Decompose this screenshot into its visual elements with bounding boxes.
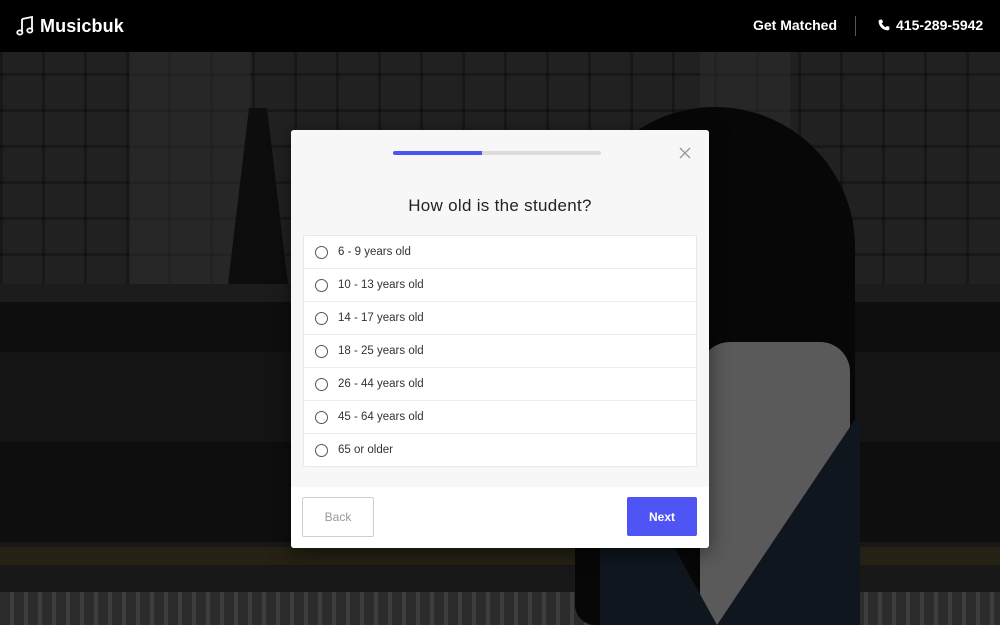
age-option[interactable]: 26 - 44 years old [304,367,696,400]
age-option[interactable]: 18 - 25 years old [304,334,696,367]
age-option-label: 6 - 9 years old [338,246,411,258]
get-matched-link[interactable]: Get Matched [753,17,837,33]
age-option-label: 26 - 44 years old [338,378,424,390]
radio-button[interactable] [315,344,328,358]
brand-name: Musicbuk [40,15,124,36]
age-option[interactable]: 65 or older [304,433,696,466]
music-note-icon [16,16,34,36]
radio-button[interactable] [315,311,328,325]
age-option-label: 14 - 17 years old [338,312,424,324]
phone-link[interactable]: 415-289-5942 [878,17,983,33]
radio-button[interactable] [315,443,328,457]
age-option[interactable]: 14 - 17 years old [304,301,696,334]
age-option[interactable]: 6 - 9 years old [304,236,696,268]
nav-divider [855,16,856,36]
age-option-label: 45 - 64 years old [338,411,424,423]
back-button[interactable]: Back [302,497,374,537]
next-button[interactable]: Next [627,497,697,536]
close-icon[interactable] [677,145,693,161]
age-option-label: 65 or older [338,444,393,456]
radio-button[interactable] [315,278,328,292]
phone-icon [878,19,890,31]
question-title: How old is the student? [408,196,592,215]
radio-button[interactable] [315,377,328,391]
radio-button[interactable] [315,245,328,259]
modal-footer: Back Next [291,487,709,548]
progress-fill [393,151,483,155]
age-option-label: 10 - 13 years old [338,279,424,291]
modal-body: How old is the student? 6 - 9 years old 1… [291,130,709,487]
age-option[interactable]: 10 - 13 years old [304,268,696,301]
age-option[interactable]: 45 - 64 years old [304,400,696,433]
age-question-modal: How old is the student? 6 - 9 years old 1… [291,130,709,548]
radio-button[interactable] [315,410,328,424]
top-nav-bar: Musicbuk Get Matched 415-289-5942 [0,0,1000,52]
age-option-label: 18 - 25 years old [338,345,424,357]
brand-logo[interactable]: Musicbuk [16,14,124,38]
age-options-list: 6 - 9 years old 10 - 13 years old 14 - 17 … [303,235,697,467]
progress-bar [393,151,601,155]
phone-number: 415-289-5942 [896,17,984,33]
